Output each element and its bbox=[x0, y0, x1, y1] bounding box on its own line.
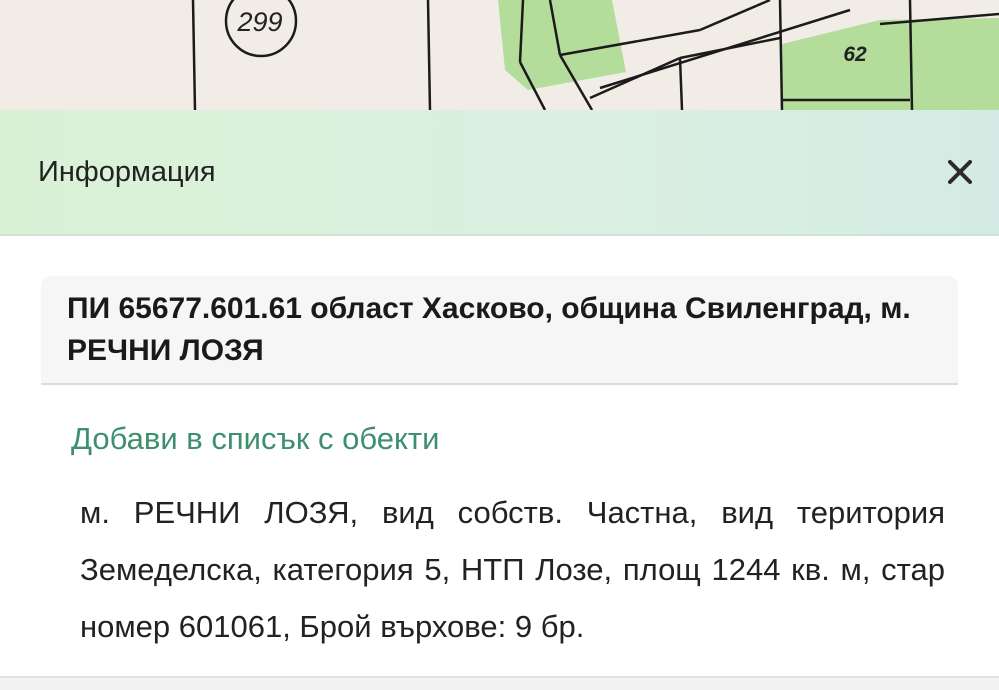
vineyard-area-right bbox=[782, 18, 999, 110]
panel-title: Информация bbox=[38, 156, 216, 188]
parcel-number-label: 62 bbox=[843, 43, 867, 66]
parcel-number-label: 299 bbox=[237, 7, 283, 37]
close-icon bbox=[948, 160, 972, 184]
cadastral-map[interactable]: 299 62 bbox=[0, 0, 999, 110]
property-title: ПИ 65677.601.61 област Хасково, община С… bbox=[67, 292, 911, 367]
add-to-list-link[interactable]: Добави в списък с обекти bbox=[71, 416, 439, 462]
property-description: м. РЕЧНИ ЛОЗЯ, вид собств. Частна, вид т… bbox=[80, 495, 945, 644]
property-card-header: ПИ 65677.601.61 област Хасково, община С… bbox=[41, 276, 958, 385]
close-button[interactable] bbox=[930, 146, 990, 198]
property-card: ПИ 65677.601.61 област Хасково, община С… bbox=[41, 276, 958, 688]
info-panel-body: ПИ 65677.601.61 област Хасково, община С… bbox=[0, 236, 999, 688]
info-panel-header: Информация bbox=[0, 110, 999, 236]
vineyard-area-left bbox=[498, 0, 626, 90]
